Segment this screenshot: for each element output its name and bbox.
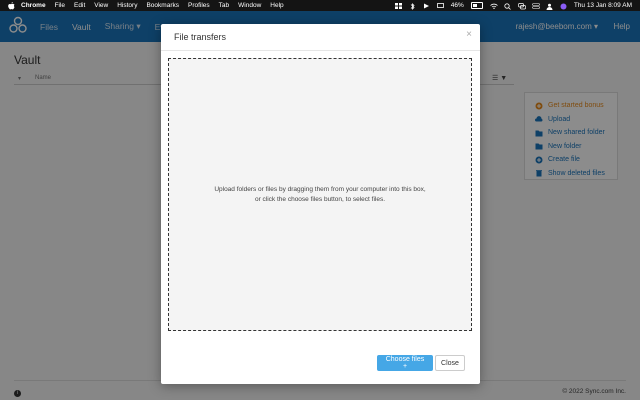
menubar-status-area: 46% Thu 13 Jan 8:09 AM [394,0,632,11]
menu-bookmarks[interactable]: Bookmarks [146,2,179,9]
menu-history[interactable]: History [117,2,137,9]
menu-window[interactable]: Window [238,2,261,9]
menu-edit[interactable]: Edit [74,2,85,9]
file-drop-zone[interactable]: Upload folders or files by dragging them… [168,58,472,331]
dialog-title: File transfers [174,32,227,42]
file-transfers-dialog: File transfers × Upload folders or files… [161,24,480,384]
grid-icon[interactable] [394,2,402,9]
siri-icon[interactable] [560,3,567,9]
close-icon[interactable]: × [466,29,472,40]
apple-icon[interactable] [7,1,15,10]
battery-icon[interactable] [470,2,483,9]
display-icon[interactable] [436,2,444,9]
drop-zone-line-2: or click the choose files button, to sel… [254,196,386,203]
battery-percent: 46% [450,2,464,9]
control-center-icon[interactable] [532,2,540,9]
menu-app-name[interactable]: Chrome [21,2,46,9]
menubar-clock[interactable]: Thu 13 Jan 8:09 AM [574,2,632,9]
menu-help[interactable]: Help [270,2,283,9]
menu-profiles[interactable]: Profiles [188,2,210,9]
drop-zone-instructions: Upload folders or files by dragging them… [169,185,471,205]
menu-file[interactable]: File [55,2,65,9]
close-button[interactable]: Close [435,355,465,371]
search-icon[interactable] [504,2,511,10]
wifi-icon[interactable] [490,3,498,9]
menu-view[interactable]: View [94,2,108,9]
chat-icon[interactable] [517,2,526,9]
menu-tab[interactable]: Tab [219,2,229,9]
drop-zone-line-1: Upload folders or files by dragging them… [214,186,426,193]
play-icon[interactable] [423,3,430,9]
choose-files-button[interactable]: Choose files + [377,355,433,371]
dialog-header: File transfers × [161,24,480,51]
user-icon[interactable] [546,3,553,10]
bluetooth-icon[interactable] [409,2,416,10]
macos-menubar: Chrome File Edit View History Bookmarks … [0,0,640,11]
